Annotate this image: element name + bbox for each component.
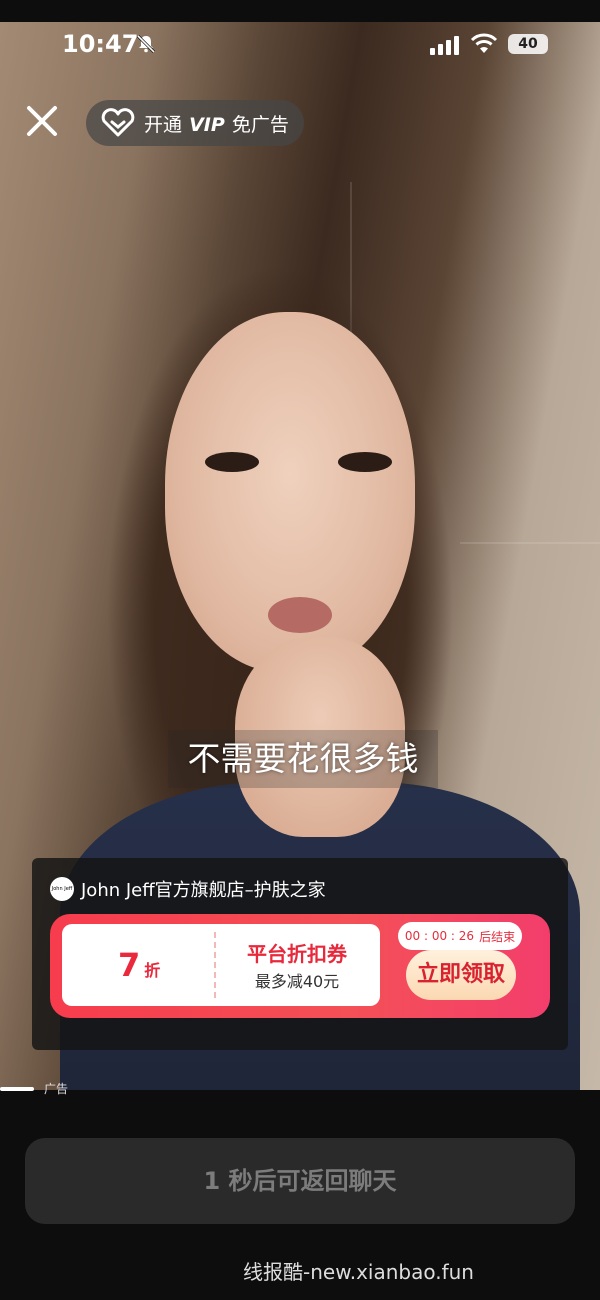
wifi-icon — [470, 33, 498, 53]
bell-muted-icon — [136, 34, 156, 54]
status-bar: 10:47 40 — [0, 22, 600, 70]
heart-icon — [101, 108, 135, 137]
right-eye — [338, 452, 392, 472]
countdown-suffix: 后结束 — [479, 929, 516, 944]
ad-card[interactable]: John Jeff John Jeff官方旗舰店–护肤之家 7折 平台折扣券 最… — [32, 858, 568, 1050]
vip-prefix: 开通 — [144, 113, 183, 136]
store-logo: John Jeff — [50, 877, 74, 901]
vip-word: VIP — [189, 113, 225, 136]
left-eye — [205, 452, 259, 472]
mouth — [268, 597, 332, 633]
discount-value: 7折 — [118, 946, 160, 984]
store-row[interactable]: John Jeff John Jeff官方旗舰店–护肤之家 — [50, 876, 326, 902]
coupon-title: 平台折扣券 — [247, 942, 347, 966]
return-to-chat-button[interactable]: 1 秒后可返回聊天 — [25, 1138, 575, 1224]
signal-icon — [430, 36, 459, 55]
countdown-value: 00 : 00 : 26 — [404, 929, 475, 943]
coupon-ticket: 7折 平台折扣券 最多减40元 — [62, 924, 380, 1006]
ticket-divider — [214, 932, 216, 998]
discount-unit: 折 — [144, 961, 161, 980]
coupon-banner[interactable]: 7折 平台折扣券 最多减40元 00 : 00 : 26 后结束 立即领取 — [50, 914, 550, 1018]
claim-now-button[interactable]: 立即领取 — [406, 950, 516, 1000]
discount-number: 7 — [118, 946, 141, 984]
close-icon[interactable] — [24, 103, 60, 139]
video-subtitle: 不需要花很多钱 — [168, 730, 438, 788]
store-name: John Jeff官方旗舰店–护肤之家 — [81, 880, 326, 901]
ad-label-row: 广告 — [0, 1080, 68, 1097]
status-time: 10:47 — [62, 30, 139, 58]
coupon-subtitle: 最多减40元 — [254, 972, 340, 991]
vip-label: 开通 VIP 免广告 — [144, 110, 289, 137]
progress-bar — [0, 1086, 34, 1091]
battery-indicator: 40 — [508, 34, 548, 54]
vip-suffix: 免广告 — [231, 113, 289, 136]
vip-no-ads-button[interactable]: 开通 VIP 免广告 — [86, 100, 304, 146]
countdown-timer: 00 : 00 : 26 后结束 — [398, 922, 522, 950]
ad-label: 广告 — [44, 1082, 69, 1096]
watermark: 线报酷-new.xianbao.fun — [243, 1260, 474, 1284]
